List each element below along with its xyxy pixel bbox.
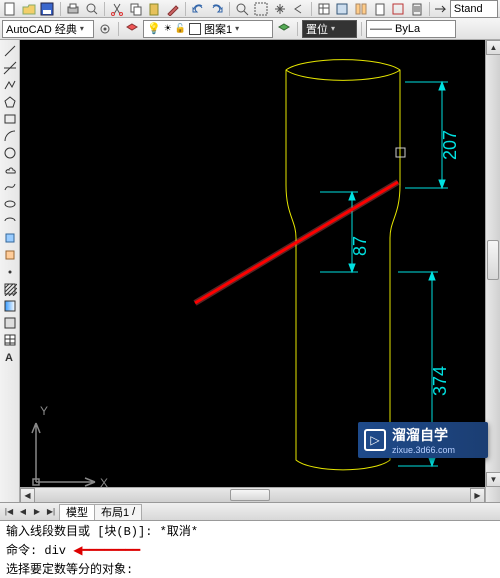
arc-tool-icon[interactable] [1, 127, 19, 144]
light-icon: 💡 [147, 22, 161, 35]
chevron-down-icon: ▾ [331, 24, 335, 33]
layer-name: 图案1 [204, 21, 232, 37]
make-block-icon[interactable] [1, 246, 19, 263]
polygon-tool-icon[interactable] [1, 93, 19, 110]
red-arrow-annotation: ◀━━━━━━━━ [73, 544, 140, 558]
table-tool-icon[interactable] [1, 331, 19, 348]
designcenter-icon[interactable] [334, 1, 351, 17]
dimstyle-label: Stand [454, 3, 483, 15]
pline-tool-icon[interactable] [1, 76, 19, 93]
tab-last-icon[interactable]: ▶| [44, 505, 58, 519]
dimstyle-dropdown[interactable]: Stand [450, 0, 498, 18]
cmd-prompt[interactable]: 选择要定数等分的对象: [0, 559, 500, 578]
print-icon[interactable] [65, 1, 82, 17]
markup-icon[interactable] [390, 1, 407, 17]
svg-text:A: A [5, 352, 13, 364]
mtext-tool-icon[interactable]: A [1, 348, 19, 365]
workspace-dropdown[interactable]: AutoCAD 经典 ▾ [2, 20, 94, 38]
linetype-dropdown[interactable]: —— ByLa [366, 20, 456, 38]
workspace-label: AutoCAD 经典 [6, 21, 77, 37]
chevron-down-icon: ▾ [235, 24, 239, 33]
zoom-realtime-icon[interactable] [234, 1, 251, 17]
tab-next-icon[interactable]: ▶ [30, 505, 44, 519]
open-icon[interactable] [21, 1, 38, 17]
hatch-tool-icon[interactable] [1, 280, 19, 297]
pan-icon[interactable] [271, 1, 288, 17]
insert-block-icon[interactable] [1, 229, 19, 246]
tab-prev-icon[interactable]: ◀ [16, 505, 30, 519]
copy-icon[interactable] [127, 1, 144, 17]
watermark-badge: ▷ 溜溜自学 zixue.3d66.com [358, 422, 488, 458]
undo-icon[interactable] [190, 1, 207, 17]
horizontal-scrollbar[interactable]: ◀ ▶ [20, 487, 485, 502]
save-icon[interactable] [39, 1, 56, 17]
lock-icon: 🔓 [175, 23, 186, 34]
command-window[interactable]: 输入线段数目或 [块(B)]: *取消* 命令: div ◀━━━━━━━━ 选… [0, 520, 500, 578]
revcloud-tool-icon[interactable] [1, 161, 19, 178]
cmd-history-2: 命令: div ◀━━━━━━━━ [0, 540, 500, 559]
dim-207: 207 [440, 130, 460, 160]
toolbar-second: AutoCAD 经典 ▾ 💡 ☀ 🔓 图案1 ▾ 置位 ▾ —— ByLa [0, 18, 500, 40]
sheetset-icon[interactable] [371, 1, 388, 17]
region-tool-icon[interactable] [1, 314, 19, 331]
xline-tool-icon[interactable] [1, 59, 19, 76]
properties-icon[interactable] [315, 1, 332, 17]
rect-tool-icon[interactable] [1, 110, 19, 127]
dim-87: 87 [350, 236, 370, 256]
line-tool-icon[interactable] [1, 42, 19, 59]
paste-icon[interactable] [146, 1, 163, 17]
dim-374: 374 [430, 366, 450, 396]
play-icon: ▷ [364, 429, 386, 451]
ellipse-arc-tool-icon[interactable] [1, 212, 19, 229]
scroll-left-icon[interactable]: ◀ [20, 488, 35, 503]
point-tool-icon[interactable] [1, 263, 19, 280]
gradient-tool-icon[interactable] [1, 297, 19, 314]
zoom-window-icon[interactable] [253, 1, 270, 17]
ellipse-tool-icon[interactable] [1, 195, 19, 212]
layer-dropdown[interactable]: 💡 ☀ 🔓 图案1 ▾ [143, 20, 273, 38]
watermark-title: 溜溜自学 [392, 425, 455, 445]
spline-tool-icon[interactable] [1, 178, 19, 195]
layer-manager-icon[interactable] [123, 21, 141, 37]
model-space-canvas[interactable]: 207 87 374 Y [20, 40, 500, 502]
circle-tool-icon[interactable] [1, 144, 19, 161]
cmd-history-1: 输入线段数目或 [块(B)]: *取消* [0, 521, 500, 540]
tab-model-label: 模型 [66, 504, 88, 520]
scroll-thumb[interactable] [487, 240, 499, 280]
layout-tabs: |◀ ◀ ▶ ▶| 模型 布局1 / [0, 502, 500, 520]
tab-model[interactable]: 模型 [59, 504, 95, 520]
quickcalc-icon[interactable] [408, 1, 425, 17]
zoom-previous-icon[interactable] [290, 1, 307, 17]
tab-first-icon[interactable]: |◀ [2, 505, 16, 519]
match-icon[interactable] [165, 1, 182, 17]
scroll-down-icon[interactable]: ▼ [486, 472, 500, 487]
draw-toolbar: A [0, 40, 20, 502]
annoscale-dropdown[interactable]: 置位 ▾ [302, 20, 357, 38]
tool-palettes-icon[interactable] [353, 1, 370, 17]
cut-icon[interactable] [109, 1, 126, 17]
scroll-right-icon[interactable]: ▶ [470, 488, 485, 503]
annoscale-label: 置位 [306, 21, 328, 37]
scroll-up-icon[interactable]: ▲ [486, 40, 500, 55]
linetype-label: —— ByLa [370, 23, 420, 35]
tab-layout1-label: 布局1 [101, 504, 129, 520]
dimension-arrow-icon[interactable] [434, 2, 448, 16]
chevron-down-icon: ▾ [80, 24, 84, 33]
new-icon[interactable] [2, 1, 19, 17]
layer-color-swatch [189, 23, 201, 35]
axis-y-label: Y [40, 404, 48, 418]
toolbar-top: Stand [0, 0, 500, 18]
preview-icon[interactable] [83, 1, 100, 17]
watermark-sub: zixue.3d66.com [392, 445, 455, 455]
scroll-thumb[interactable] [230, 489, 270, 501]
layer-previous-icon[interactable] [275, 21, 293, 37]
redo-icon[interactable] [209, 1, 226, 17]
work-area: A 207 87 [0, 40, 500, 502]
tab-layout1[interactable]: 布局1 / [94, 504, 142, 520]
sun-icon: ☀ [164, 23, 172, 34]
workspace-gear-icon[interactable] [96, 21, 114, 37]
